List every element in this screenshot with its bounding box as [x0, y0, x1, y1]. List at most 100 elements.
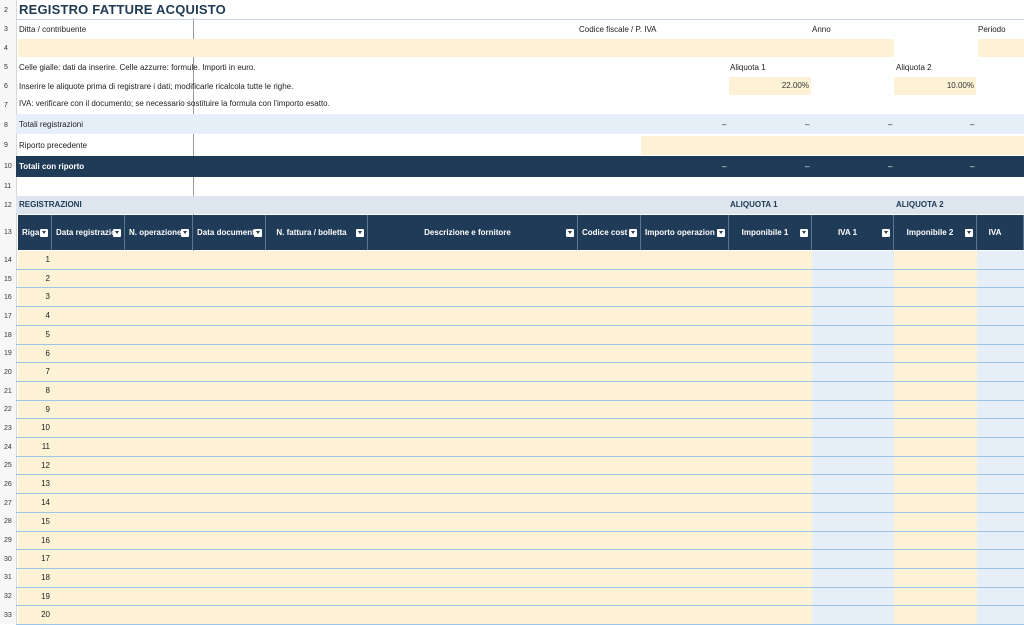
- total-dash: –: [970, 120, 975, 129]
- row-number[interactable]: 27: [0, 494, 16, 512]
- periodo-input[interactable]: [978, 39, 1024, 57]
- row-number[interactable]: 17: [0, 307, 16, 325]
- column-header[interactable]: N. fattura / bolletta: [266, 215, 368, 250]
- row-number[interactable]: 13: [0, 215, 16, 249]
- filter-dropdown-icon[interactable]: [882, 228, 890, 237]
- column-header-label: Riga: [22, 228, 40, 237]
- riga-number: 2: [45, 273, 50, 283]
- row-gridline: [16, 268, 1024, 270]
- column-header-label: N. fattura / bolletta: [276, 228, 347, 237]
- total-dash: –: [888, 120, 893, 129]
- section-aliquota1: ALIQUOTA 1: [730, 200, 778, 209]
- row-number[interactable]: 25: [0, 456, 16, 474]
- row-number[interactable]: 16: [0, 288, 16, 306]
- column-header-label: Codice cost: [582, 228, 628, 237]
- column-header[interactable]: N. operazione: [125, 215, 193, 250]
- filter-dropdown-icon[interactable]: [40, 228, 48, 237]
- row-number[interactable]: 30: [0, 550, 16, 568]
- filter-dropdown-icon[interactable]: [181, 228, 189, 237]
- aliquota2-input[interactable]: 10.00%: [894, 77, 976, 95]
- totali-registrazioni-row: [16, 114, 1024, 134]
- row-number[interactable]: 6: [0, 77, 16, 95]
- filter-dropdown-icon[interactable]: [629, 228, 637, 237]
- riporto-input[interactable]: [641, 136, 1024, 155]
- column-header[interactable]: Imponibile 1: [729, 215, 812, 250]
- row-number[interactable]: 8: [0, 115, 16, 135]
- label-codice-fiscale: Codice fiscale / P. IVA: [579, 25, 657, 34]
- column-header[interactable]: IVA 1: [812, 215, 894, 250]
- riga-number: 1: [45, 255, 50, 264]
- row-number[interactable]: 11: [0, 177, 16, 195]
- totali-registrazioni-label: Totali registrazioni: [19, 120, 84, 129]
- total-dash: –: [805, 120, 810, 129]
- row-number[interactable]: 3: [0, 20, 16, 38]
- row-number[interactable]: 32: [0, 587, 16, 605]
- riga-number: 13: [41, 479, 50, 489]
- row-number[interactable]: 10: [0, 156, 16, 177]
- row-number[interactable]: 31: [0, 568, 16, 586]
- filter-dropdown-icon[interactable]: [965, 228, 973, 237]
- filter-dropdown-icon[interactable]: [800, 228, 808, 237]
- row-number[interactable]: 26: [0, 475, 16, 493]
- row-number[interactable]: 23: [0, 419, 16, 437]
- section-aliquota2: ALIQUOTA 2: [896, 200, 944, 209]
- row-number[interactable]: 24: [0, 438, 16, 456]
- row-gridline: [16, 493, 1024, 495]
- riga-number: 4: [45, 311, 50, 321]
- column-header[interactable]: Descrizione e fornitore: [368, 215, 578, 250]
- column-header[interactable]: Riga: [18, 215, 52, 250]
- row-gridline: [16, 306, 1024, 308]
- ditta-codice-input[interactable]: [18, 39, 894, 57]
- row-number[interactable]: 33: [0, 606, 16, 624]
- riga-number: 19: [41, 591, 50, 601]
- riga-number: 20: [41, 610, 50, 620]
- row-number[interactable]: 12: [0, 196, 16, 214]
- column-header[interactable]: Data document: [193, 215, 266, 250]
- note-aliquote: Inserire le aliquote prima di registrare…: [19, 82, 294, 91]
- row-number[interactable]: 18: [0, 326, 16, 344]
- label-periodo: Periodo: [978, 25, 1006, 34]
- aliquota2-label: Aliquota 2: [896, 63, 932, 72]
- row-number[interactable]: 2: [0, 1, 16, 19]
- totali-con-riporto-row: [16, 156, 1024, 177]
- filter-dropdown-icon[interactable]: [717, 228, 725, 237]
- riga-number: 10: [41, 423, 50, 433]
- row-number[interactable]: 28: [0, 512, 16, 530]
- total-dash: –: [970, 162, 975, 171]
- row-number[interactable]: 21: [0, 382, 16, 400]
- column-header[interactable]: Importo operazion: [641, 215, 729, 250]
- column-header[interactable]: Codice cost: [578, 215, 641, 250]
- filter-dropdown-icon[interactable]: [113, 228, 121, 237]
- row-number[interactable]: 22: [0, 400, 16, 418]
- column-header-label: Importo operazion: [645, 228, 715, 237]
- aliquota1-input[interactable]: 22.00%: [729, 77, 811, 95]
- totali-con-riporto-label: Totali con riporto: [19, 162, 85, 171]
- filter-dropdown-icon[interactable]: [356, 228, 364, 237]
- riga-number: 8: [45, 385, 50, 395]
- row-number[interactable]: 15: [0, 270, 16, 288]
- riga-number: 6: [45, 348, 50, 358]
- row-gridline: [16, 287, 1024, 289]
- filter-dropdown-icon[interactable]: [566, 228, 574, 237]
- row-number[interactable]: 29: [0, 531, 16, 549]
- column-header[interactable]: Imponibile 2: [894, 215, 977, 250]
- row-number[interactable]: 9: [0, 136, 16, 155]
- row-gridline: [16, 567, 1024, 569]
- row-number[interactable]: 4: [0, 39, 16, 57]
- column-header[interactable]: IVA: [977, 215, 1024, 250]
- aliquota1-label: Aliquota 1: [730, 63, 766, 72]
- column-header-label: IVA 1: [837, 228, 858, 237]
- row-gridline: [16, 549, 1024, 551]
- riga-number: 17: [41, 554, 50, 564]
- row-number[interactable]: 5: [0, 58, 16, 76]
- column-header[interactable]: Data registrazio: [52, 215, 125, 250]
- label-anno: Anno: [812, 25, 831, 34]
- row-number[interactable]: 7: [0, 96, 16, 114]
- row-number[interactable]: 19: [0, 344, 16, 362]
- riga-number: 7: [45, 367, 50, 377]
- row-number[interactable]: 20: [0, 363, 16, 381]
- riga-number: 12: [41, 460, 50, 470]
- row-number[interactable]: 14: [0, 251, 16, 269]
- filter-dropdown-icon[interactable]: [254, 228, 262, 237]
- column-header-label: Descrizione e fornitore: [424, 228, 511, 237]
